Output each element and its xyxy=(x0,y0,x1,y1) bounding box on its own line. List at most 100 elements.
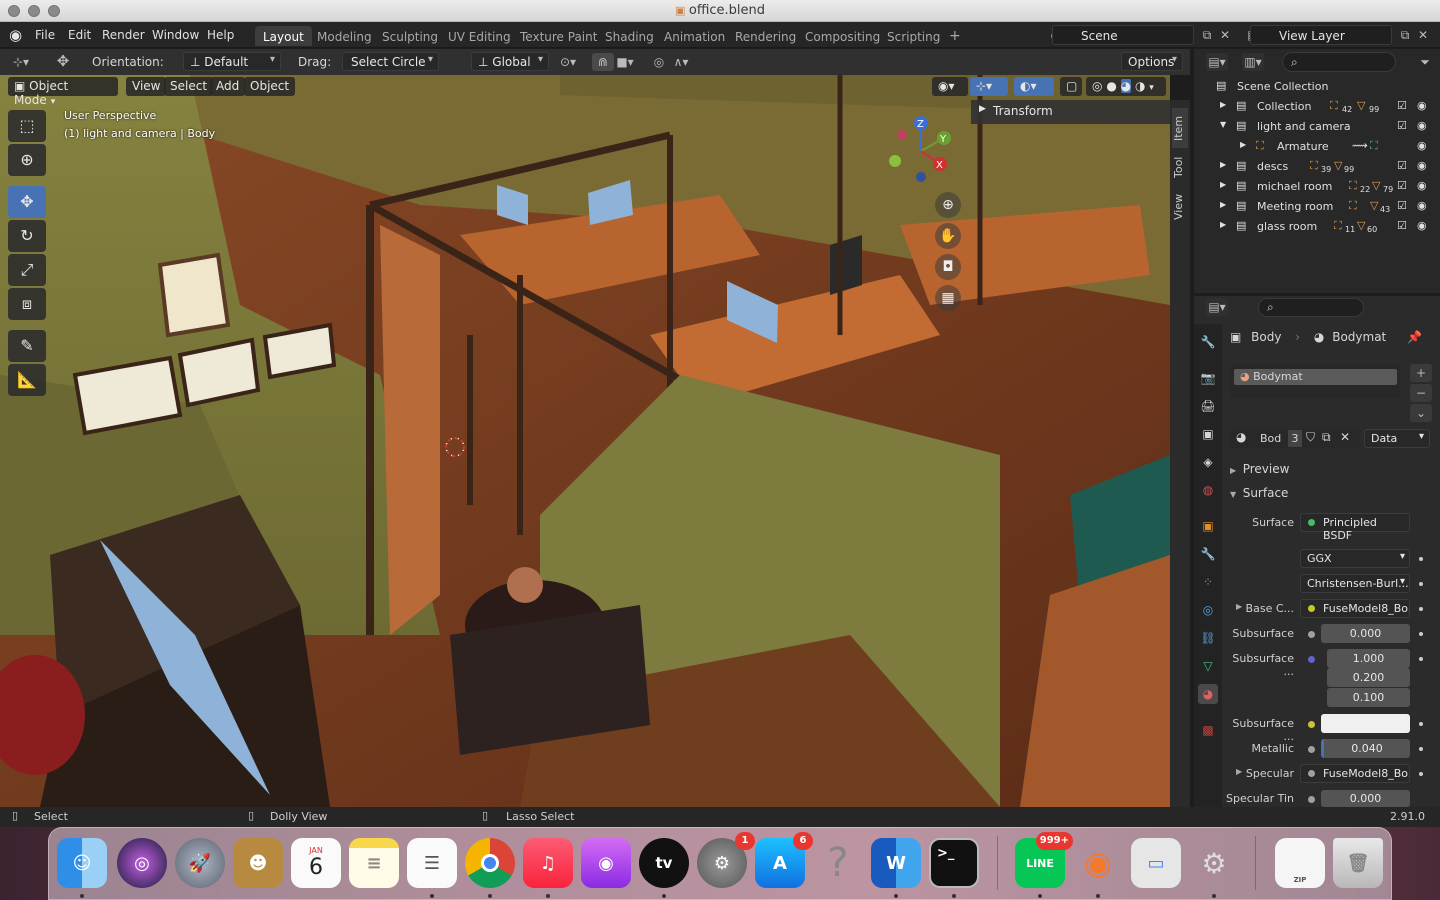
material-tab-icon[interactable]: ◕ xyxy=(1198,684,1218,704)
neg-x-axis-gizmo[interactable] xyxy=(897,130,907,140)
unlink-icon[interactable]: ✕ xyxy=(1340,430,1350,444)
transform-orientation-dropdown[interactable]: ⊥ Global ▾ xyxy=(471,52,549,71)
contacts-icon[interactable]: ☻ xyxy=(233,838,283,888)
outliner-row[interactable]: ▶ ⛶ Armature ⟿ ⛶ ◉ xyxy=(1194,137,1440,157)
tab-modeling[interactable]: Modeling xyxy=(309,26,380,46)
subsurface-radius-x-field[interactable]: 1.000 xyxy=(1327,649,1410,668)
add-slot-button[interactable]: + xyxy=(1410,364,1432,382)
scale-tool-icon[interactable]: ⤢ xyxy=(8,254,46,286)
outliner-search-input[interactable]: ⌕ xyxy=(1282,52,1396,72)
annotate-tool-icon[interactable]: ✎ xyxy=(8,330,46,362)
music-icon[interactable]: ♫ xyxy=(523,838,573,888)
xray-icon[interactable]: ▢ xyxy=(1060,77,1082,96)
rendered-shading-icon[interactable]: ◑ xyxy=(1135,79,1145,93)
keyframe-dot[interactable] xyxy=(1419,657,1423,661)
object-tab-icon[interactable]: ▣ xyxy=(1198,516,1218,536)
neg-y-axis-gizmo[interactable] xyxy=(889,155,901,167)
user-count[interactable]: 3 xyxy=(1288,430,1302,447)
outliner-row[interactable]: ▶ ▤ Meeting room ⛶ ▽ 43 ☑ ◉ xyxy=(1194,197,1440,217)
display-mode-icon[interactable]: ▥▾ xyxy=(1242,53,1264,71)
material-slot-item[interactable]: ◕ Bodymat xyxy=(1234,369,1397,385)
subsurface-field[interactable]: 0.000 xyxy=(1321,624,1410,643)
neg-z-axis-gizmo[interactable] xyxy=(916,172,926,182)
expand-arrow-icon[interactable]: ▶ xyxy=(1220,180,1226,189)
keyframe-dot[interactable] xyxy=(1419,747,1423,751)
reminders-icon[interactable]: ☰ xyxy=(407,838,457,888)
remove-slot-button[interactable]: − xyxy=(1410,384,1432,402)
fake-user-icon[interactable]: ⛉ xyxy=(1306,430,1315,445)
specular-field[interactable]: FuseModel8_Bo... xyxy=(1300,764,1410,783)
3d-viewport[interactable]: ▣ Object Mode ▾ View Select Add Object ◉▾… xyxy=(0,75,1170,807)
pin-icon[interactable]: 📌 xyxy=(1407,330,1422,344)
tab-texture-paint[interactable]: Texture Paint xyxy=(512,26,605,46)
tab-animation[interactable]: Animation xyxy=(656,26,733,46)
siri-icon[interactable]: ◎ xyxy=(117,838,167,888)
tab-item[interactable]: Item xyxy=(1172,108,1188,148)
notes-icon[interactable]: ≡ xyxy=(349,838,399,888)
add-workspace-button[interactable]: + xyxy=(941,24,969,44)
menu-select[interactable]: Select xyxy=(164,77,214,96)
checkbox-icon[interactable]: ☑ xyxy=(1397,159,1407,172)
surface-section[interactable]: ▼ Surface xyxy=(1230,486,1430,504)
tab-sculpting[interactable]: Sculpting xyxy=(374,26,446,46)
outliner-row-scene-collection[interactable]: ▤ Scene Collection xyxy=(1194,77,1440,97)
zoom-icon[interactable]: ⊕ xyxy=(935,192,961,218)
checkbox-icon[interactable]: ☑ xyxy=(1397,99,1407,112)
material-datablock-name[interactable]: Bod xyxy=(1260,432,1281,445)
orientation-dropdown[interactable]: ⊥ Default ▾ xyxy=(183,52,281,71)
duplicate-icon[interactable]: ⧉ xyxy=(1322,430,1331,445)
chrome-icon[interactable] xyxy=(465,838,515,888)
falloff-icon[interactable]: ∧▾ xyxy=(670,53,692,71)
keyframe-dot[interactable] xyxy=(1419,607,1423,611)
properties-search-input[interactable]: ⌕ xyxy=(1258,298,1364,317)
ortho-grid-icon[interactable]: ▦ xyxy=(935,285,961,311)
eye-icon[interactable]: ◉ xyxy=(1417,179,1427,192)
specular-tint-field[interactable]: 0.000 xyxy=(1321,790,1410,807)
slot-specials-icon[interactable]: ⌄ xyxy=(1410,404,1432,422)
physics-tab-icon[interactable]: ◎ xyxy=(1198,600,1218,620)
world-tab-icon[interactable]: ◍ xyxy=(1198,480,1218,500)
tab-rendering[interactable]: Rendering xyxy=(727,26,804,46)
proportional-edit-icon[interactable]: ◎ xyxy=(648,53,670,71)
tab-shading[interactable]: Shading xyxy=(597,26,662,46)
distribution-dropdown[interactable]: GGX ▾ xyxy=(1300,549,1410,568)
podcasts-icon[interactable]: ◉ xyxy=(581,838,631,888)
transform-tool-icon[interactable]: ⧈ xyxy=(8,288,46,320)
filter-icon[interactable]: ⏷ xyxy=(1414,53,1436,71)
particles-tab-icon[interactable]: ⁘ xyxy=(1198,572,1218,592)
expand-arrow-icon[interactable]: ▶ xyxy=(1240,140,1246,149)
tab-compositing[interactable]: Compositing xyxy=(797,26,888,46)
constraints-tab-icon[interactable]: ⛓ xyxy=(1198,628,1218,648)
base-color-field[interactable]: FuseModel8_Bo... xyxy=(1300,599,1410,618)
subsurface-method-dropdown[interactable]: Christensen-Burl... ▾ xyxy=(1300,574,1410,593)
expand-arrow-icon[interactable]: ▶ xyxy=(1220,160,1226,169)
tv-app-icon[interactable]: tv xyxy=(639,838,689,888)
transform-panel-header[interactable]: ▶ Transform xyxy=(971,100,1170,124)
keyframe-dot[interactable] xyxy=(1419,557,1423,561)
checkbox-icon[interactable]: ☑ xyxy=(1397,179,1407,192)
menu-add[interactable]: Add xyxy=(210,77,246,96)
modifier-tab-icon[interactable]: 🔧 xyxy=(1198,544,1218,564)
move-tool-icon[interactable]: ✥ xyxy=(8,186,46,218)
tool-tab-icon[interactable]: 🔧 xyxy=(1198,332,1218,352)
keyframe-dot[interactable] xyxy=(1419,722,1423,726)
expand-arrow-icon[interactable]: ▼ xyxy=(1220,120,1226,129)
eye-icon[interactable]: ◉ xyxy=(1417,159,1427,172)
menu-view[interactable]: View xyxy=(126,77,167,96)
tab-tool[interactable]: Tool xyxy=(1172,152,1188,182)
help-icon[interactable]: ? xyxy=(813,838,863,888)
outliner-editor-type-icon[interactable]: ▤▾ xyxy=(1206,53,1228,71)
preview-section[interactable]: ▶ Preview xyxy=(1230,462,1430,480)
keyframe-dot[interactable] xyxy=(1419,632,1423,636)
menu-help[interactable]: Help xyxy=(207,28,234,42)
material-shading-icon[interactable]: ◕ xyxy=(1120,79,1132,93)
gizmo-toggle-icon[interactable]: ⊹▾ xyxy=(970,77,1008,96)
tab-uv-editing[interactable]: UV Editing xyxy=(440,26,519,46)
delete-scene-icon[interactable]: ✕ xyxy=(1214,26,1236,44)
keyframe-dot[interactable] xyxy=(1419,582,1423,586)
zip-archive-icon[interactable]: ZIP xyxy=(1275,838,1325,888)
eye-icon[interactable]: ◉ xyxy=(1417,139,1427,152)
trash-icon[interactable]: 🗑 xyxy=(1333,838,1383,888)
outliner-row[interactable]: ▶ ▤ descs ⛶ 39 ▽ 99 ☑ ◉ xyxy=(1194,157,1440,177)
subsurface-radius-y-field[interactable]: 0.200 xyxy=(1327,668,1410,687)
